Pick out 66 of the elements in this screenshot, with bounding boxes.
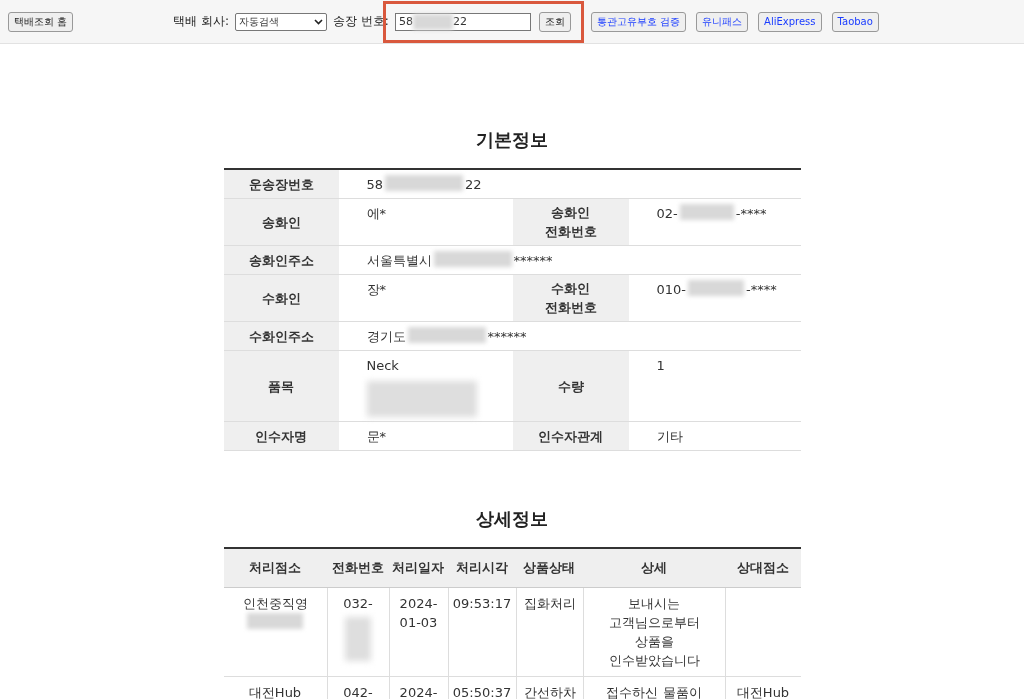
table-cell-text: 간선하차 bbox=[523, 684, 576, 699]
label-cell: 수량 bbox=[512, 351, 629, 422]
value-text: 58 bbox=[398, 14, 413, 30]
value-text: 22 bbox=[465, 176, 482, 194]
table-cell-text: 2024- bbox=[399, 684, 438, 699]
table-cell-text: 집화처리 bbox=[523, 595, 576, 613]
value-text: 서울특별시 bbox=[366, 252, 432, 270]
label-cell: 송화인 전화번호 bbox=[512, 199, 629, 246]
table-cell-text: 2024- 01-03 bbox=[399, 595, 438, 632]
table-cell-text: 05:50:37 bbox=[452, 684, 512, 699]
chevron-down-icon bbox=[314, 18, 324, 25]
redaction-blur bbox=[412, 13, 453, 30]
label-cell: 운송장번호 bbox=[223, 170, 339, 199]
column-header: 처리시각 bbox=[447, 549, 516, 588]
redaction-blur bbox=[247, 613, 303, 629]
value-text: -**** bbox=[746, 281, 777, 299]
value-text: 58 bbox=[366, 176, 384, 194]
table-cell-text: 대전Hub bbox=[736, 684, 790, 699]
section-title: 기본정보 bbox=[475, 128, 549, 152]
value-text: 문* bbox=[366, 428, 386, 446]
search-button[interactable]: 조회 bbox=[538, 11, 571, 32]
label-cell: 송화인 bbox=[223, 199, 339, 246]
value-text: 기타 bbox=[656, 428, 683, 446]
company-select[interactable]: 자동검색 bbox=[235, 12, 328, 31]
value-text: 02- bbox=[656, 205, 678, 223]
table-cell-text: 032- bbox=[343, 595, 373, 613]
table-cell-text: 보내시는 고객님으로부터 상품을 인수받았습니다 bbox=[608, 595, 700, 670]
column-header: 상세 bbox=[582, 549, 725, 588]
column-header: 상대점소 bbox=[724, 549, 801, 588]
value-text: 에* bbox=[366, 205, 386, 223]
table-cell-text: 042- bbox=[343, 684, 373, 699]
link-button[interactable]: AliExpress bbox=[758, 11, 822, 32]
value-text: 010- bbox=[656, 281, 686, 299]
tracking-input[interactable]: 58 22 bbox=[394, 12, 531, 31]
redaction-blur bbox=[688, 280, 744, 296]
table-cell-text: 접수하신 물품이 bbox=[606, 684, 702, 699]
link-button[interactable]: Taobao bbox=[831, 11, 879, 32]
value-text: ****** bbox=[513, 252, 553, 270]
value-text: ****** bbox=[487, 328, 527, 346]
value-text: 22 bbox=[452, 14, 467, 30]
table-cell-text: 대전Hub bbox=[248, 684, 302, 699]
value-text: Neck bbox=[366, 357, 399, 375]
company-label: 택배 회사: bbox=[173, 13, 230, 30]
value-text: 장* bbox=[366, 281, 386, 299]
value-text: 경기도 bbox=[366, 328, 406, 346]
label-cell: 송화인주소 bbox=[223, 246, 339, 275]
value-text: -**** bbox=[735, 205, 767, 223]
link-button[interactable]: 통관고유부호 검증 bbox=[590, 11, 687, 32]
table-cell-text: 09:53:17 bbox=[452, 595, 512, 613]
column-header: 처리점소 bbox=[223, 549, 327, 588]
link-button[interactable]: 유니패스 bbox=[696, 11, 749, 32]
label-cell: 수화인 bbox=[223, 275, 339, 322]
value-text: 1 bbox=[656, 357, 665, 375]
label-cell: 수화인 전화번호 bbox=[512, 275, 629, 322]
label-cell: 인수자관계 bbox=[512, 422, 629, 451]
redaction-blur bbox=[679, 204, 734, 220]
label-cell: 수화인주소 bbox=[223, 322, 339, 351]
redaction-blur bbox=[345, 617, 371, 661]
label-cell: 인수자명 bbox=[223, 422, 339, 451]
column-header: 처리일자 bbox=[388, 549, 448, 588]
table-cell-text: 인천중직영 bbox=[242, 595, 308, 613]
label-cell: 품목 bbox=[223, 351, 339, 422]
section-title: 상세정보 bbox=[475, 507, 549, 531]
home-button[interactable]: 택배조회 홈 bbox=[8, 11, 74, 32]
column-header: 전화번호 bbox=[326, 549, 389, 588]
column-header: 상품상태 bbox=[515, 549, 583, 588]
